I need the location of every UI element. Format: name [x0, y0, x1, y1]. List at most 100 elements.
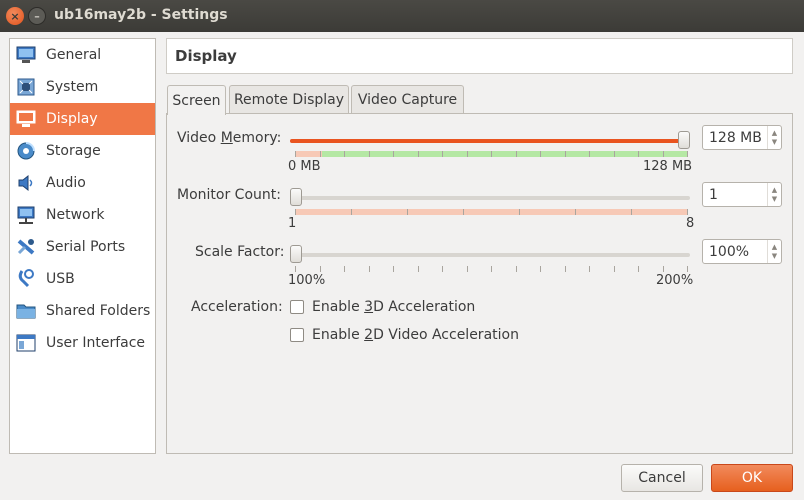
monitor-count-slider[interactable] — [290, 196, 690, 200]
network-icon — [16, 205, 36, 225]
scale-factor-slider-handle[interactable] — [290, 245, 302, 263]
video-memory-value: 128 MB — [709, 129, 762, 146]
tab-video-capture[interactable]: Video Capture — [351, 85, 464, 114]
sidebar-item-usb[interactable]: USB — [10, 263, 155, 295]
spin-arrows-icon[interactable]: ▲ ▼ — [767, 183, 781, 206]
slider-tick — [295, 151, 296, 157]
sidebar-item-label: User Interface — [46, 335, 146, 351]
enable-2d-video-acceleration-label[interactable]: Enable 2D Video Acceleration — [312, 327, 519, 343]
slider-tick — [663, 151, 664, 157]
tab-remote-display[interactable]: Remote Display — [229, 85, 349, 114]
video-memory-slider-fill — [290, 139, 690, 143]
spin-arrows-icon[interactable]: ▲ ▼ — [767, 240, 781, 263]
slider-tick — [442, 266, 443, 272]
enable-3d-acceleration-label[interactable]: Enable 3D Acceleration — [312, 299, 475, 315]
sidebar-item-general[interactable]: General — [10, 39, 155, 71]
video-memory-slider[interactable] — [290, 139, 690, 143]
slider-tick — [351, 209, 352, 215]
scale-factor-slider[interactable] — [290, 253, 690, 257]
slider-tick — [540, 266, 541, 272]
close-icon: × — [10, 9, 20, 23]
sidebar-item-user-interface[interactable]: User Interface — [10, 327, 155, 359]
usb-icon — [16, 269, 36, 289]
spin-arrows-icon[interactable]: ▲ ▼ — [767, 126, 781, 149]
video-memory-max-label: 128 MB — [643, 159, 693, 174]
serial-port-icon — [16, 237, 36, 257]
scale-factor-value: 100% — [709, 243, 750, 260]
slider-tick — [565, 266, 566, 272]
slider-tick — [614, 266, 615, 272]
video-memory-label: Video Memory: — [177, 130, 282, 146]
acceleration-label: Acceleration: — [191, 299, 283, 315]
slider-tick — [491, 151, 492, 157]
slider-tick — [393, 266, 394, 272]
slider-tick — [369, 151, 370, 157]
scale-factor-max-label: 200% — [656, 273, 694, 288]
cancel-button[interactable]: Cancel — [621, 464, 703, 492]
enable-3d-acceleration-checkbox[interactable] — [290, 300, 304, 314]
slider-tick — [638, 151, 639, 157]
sidebar-item-label: System — [46, 79, 99, 95]
slider-tick — [344, 151, 345, 157]
sidebar-item-label: Display — [46, 111, 98, 127]
ok-button-label: OK — [741, 470, 763, 486]
slider-tick — [589, 151, 590, 157]
slider-tick — [687, 266, 688, 272]
slider-tick — [467, 151, 468, 157]
sidebar-item-label: Serial Ports — [46, 239, 126, 255]
close-window-button[interactable]: × — [6, 7, 24, 25]
slider-tick — [463, 209, 464, 215]
tab-label: Screen — [172, 92, 221, 109]
slider-tick — [575, 209, 576, 215]
sidebar-item-serial-ports[interactable]: Serial Ports — [10, 231, 155, 263]
enable-2d-video-acceleration-checkbox[interactable] — [290, 328, 304, 342]
sidebar-item-label: Audio — [46, 175, 86, 191]
slider-tick — [540, 151, 541, 157]
slider-tick — [407, 209, 408, 215]
screen-tab-panel — [166, 113, 793, 454]
video-memory-slider-handle[interactable] — [678, 131, 690, 149]
slider-tick — [589, 266, 590, 272]
sidebar-item-display[interactable]: Display — [10, 103, 155, 135]
title-bar: × – ub16may2b - Settings — [0, 0, 804, 32]
ui-window-icon — [16, 333, 36, 353]
sidebar-item-network[interactable]: Network — [10, 199, 155, 231]
sidebar-item-audio[interactable]: Audio — [10, 167, 155, 199]
monitor-count-slider-handle[interactable] — [290, 188, 302, 206]
tab-label: Video Capture — [357, 92, 458, 108]
slider-tick — [295, 209, 296, 215]
slider-tick — [516, 266, 517, 272]
ok-button[interactable]: OK — [711, 464, 793, 492]
slider-tick — [687, 209, 688, 215]
monitor-count-min-label: 1 — [288, 216, 297, 231]
disk-icon — [16, 141, 36, 161]
sidebar-item-storage[interactable]: Storage — [10, 135, 155, 167]
chip-icon — [16, 77, 36, 97]
display-icon — [16, 109, 36, 129]
page-title: Display — [175, 47, 237, 65]
folder-icon — [16, 301, 36, 321]
page-header: Display — [166, 38, 793, 74]
sidebar-item-system[interactable]: System — [10, 71, 155, 103]
slider-tick — [519, 209, 520, 215]
tab-screen[interactable]: Screen — [167, 85, 226, 115]
slider-tick — [418, 151, 419, 157]
slider-tick — [516, 151, 517, 157]
slider-tick — [320, 266, 321, 272]
slider-tick — [687, 151, 688, 157]
slider-tick — [320, 151, 321, 157]
slider-tick — [393, 151, 394, 157]
sidebar-item-label: Shared Folders — [46, 303, 151, 319]
scale-factor-spinbox[interactable]: 100% ▲ ▼ — [702, 239, 782, 264]
monitor-icon — [16, 45, 36, 65]
minimize-window-button[interactable]: – — [28, 7, 46, 25]
slider-tick — [565, 151, 566, 157]
monitor-count-label: Monitor Count: — [177, 187, 281, 203]
scale-factor-ticks — [295, 266, 688, 272]
monitor-count-spinbox[interactable]: 1 ▲ ▼ — [702, 182, 782, 207]
sidebar-item-shared-folders[interactable]: Shared Folders — [10, 295, 155, 327]
sidebar-item-label: USB — [46, 271, 75, 287]
monitor-count-value: 1 — [709, 186, 718, 203]
video-memory-spinbox[interactable]: 128 MB ▲ ▼ — [702, 125, 782, 150]
slider-tick — [638, 266, 639, 272]
